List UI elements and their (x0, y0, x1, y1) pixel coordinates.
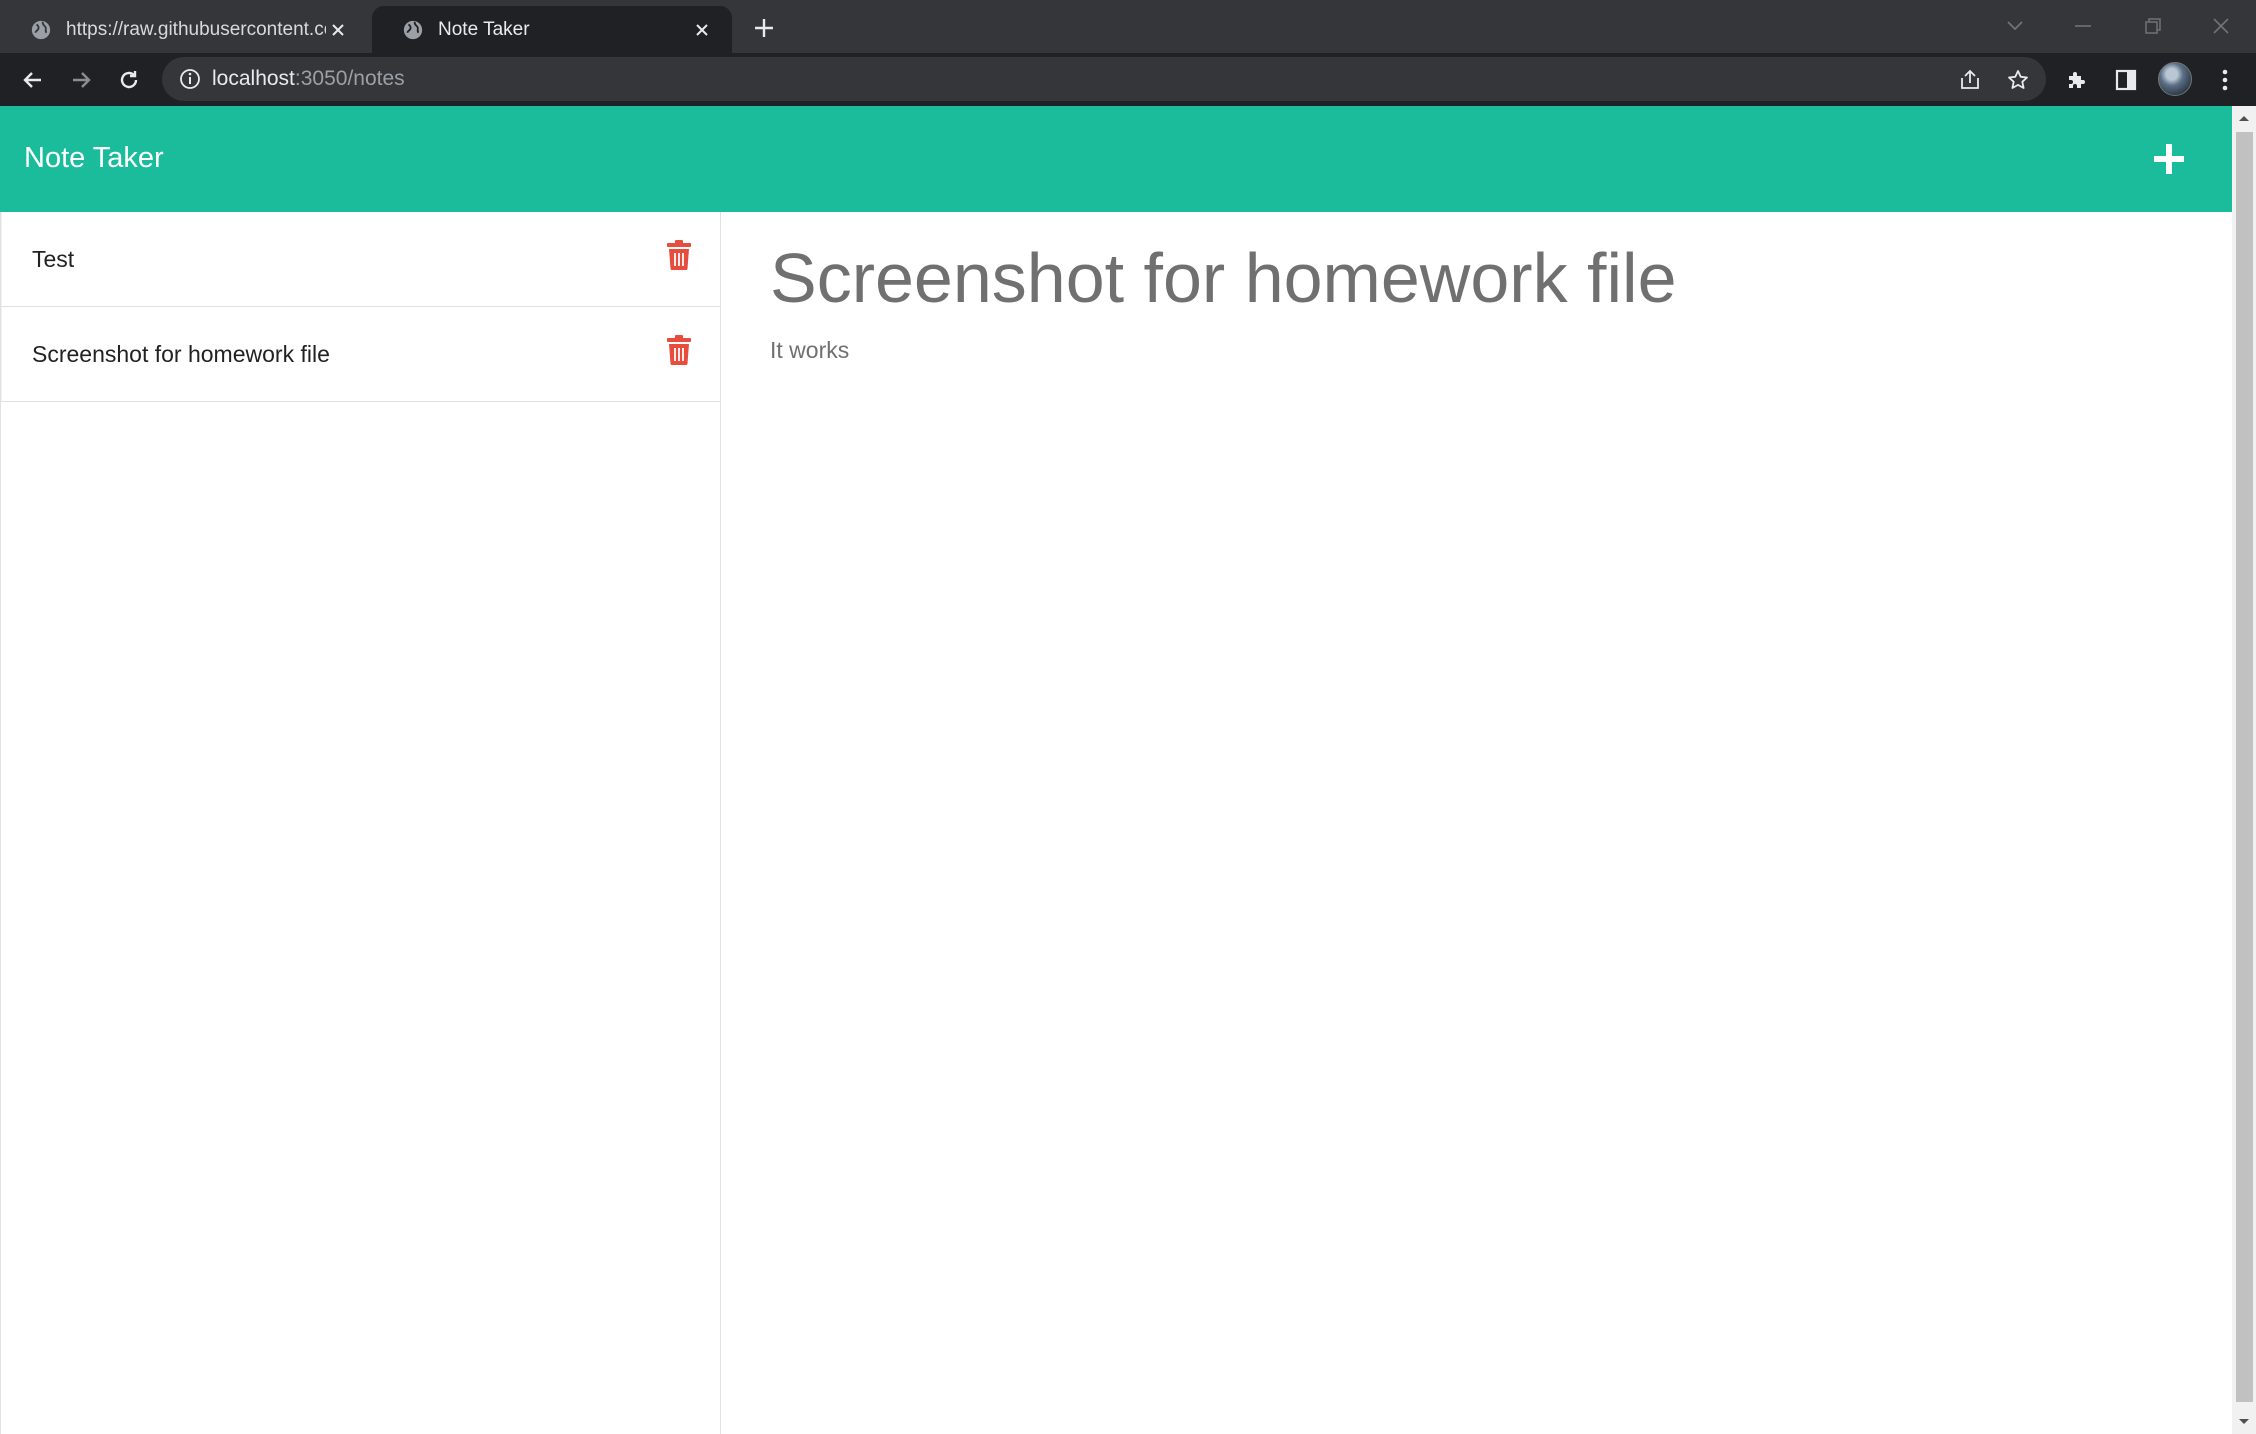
side-panel-icon[interactable] (2109, 63, 2143, 97)
star-icon[interactable] (2004, 66, 2032, 94)
address-bar[interactable]: localhost:3050/notes (162, 57, 2046, 101)
globe-icon (403, 20, 423, 39)
url-host: localhost (212, 67, 295, 90)
new-note-button[interactable] (2150, 140, 2188, 178)
kebab-menu-icon[interactable] (2208, 63, 2242, 97)
tab-search-button[interactable] (1990, 8, 2040, 44)
url-path: :3050/notes (294, 67, 405, 90)
scroll-up-arrow-icon[interactable] (2232, 106, 2256, 130)
note-title: Test (32, 245, 75, 272)
page-scrollbar[interactable] (2232, 106, 2256, 1434)
note-textarea[interactable]: It works (770, 337, 2170, 364)
browser-toolbar: localhost:3050/notes (0, 53, 2256, 106)
scroll-thumb[interactable] (2236, 132, 2253, 1402)
note-title-input[interactable]: Screenshot for homework file (770, 233, 2170, 323)
minimize-button[interactable] (2058, 8, 2108, 44)
new-tab-button[interactable] (748, 12, 780, 44)
close-tab-icon[interactable] (690, 18, 714, 42)
minimize-icon (2075, 25, 2091, 27)
forward-button[interactable] (62, 61, 100, 99)
browser-tab-note-taker[interactable]: Note Taker (372, 6, 732, 53)
plus-icon (2154, 144, 2184, 174)
page-viewport: Note Taker Test Screenshot for homework … (0, 106, 2232, 1434)
plus-icon (755, 19, 773, 37)
close-tab-icon[interactable] (326, 18, 350, 42)
info-icon[interactable] (178, 67, 202, 91)
browser-tab-raw-github[interactable]: https://raw.githubusercontent.com (0, 6, 368, 53)
close-window-button[interactable] (2196, 8, 2246, 44)
address-url[interactable]: localhost:3050/notes (212, 67, 405, 91)
tab-title: Note Taker (438, 18, 530, 40)
app-navbar: Note Taker (0, 106, 2232, 212)
puzzle-icon[interactable] (2060, 63, 2094, 97)
trash-icon[interactable] (666, 335, 692, 365)
globe-icon (31, 20, 51, 39)
back-button[interactable] (14, 61, 52, 99)
share-icon[interactable] (1956, 66, 1984, 94)
scroll-down-arrow-icon[interactable] (2232, 1410, 2256, 1434)
note-title: Screenshot for homework file (32, 340, 330, 367)
app-brand[interactable]: Note Taker (24, 142, 164, 175)
restore-icon (2145, 18, 2161, 34)
close-icon (2213, 18, 2229, 34)
note-editor: Screenshot for homework file It works (770, 233, 2170, 364)
forward-arrow-icon (73, 72, 91, 88)
profile-avatar[interactable] (2158, 62, 2192, 96)
list-item[interactable]: Screenshot for homework file (1, 307, 720, 402)
trash-icon[interactable] (666, 240, 692, 270)
back-arrow-icon (23, 72, 41, 88)
list-item[interactable]: Test (1, 212, 720, 307)
notes-list: Test Screenshot for homework file (0, 212, 721, 1434)
browser-tab-strip: https://raw.githubusercontent.com Note T… (0, 0, 2256, 53)
chevron-down-icon (2007, 21, 2023, 31)
reload-icon (120, 71, 138, 89)
tab-title: https://raw.githubusercontent.com (66, 18, 326, 40)
reload-button[interactable] (110, 61, 148, 99)
restore-button[interactable] (2128, 8, 2178, 44)
